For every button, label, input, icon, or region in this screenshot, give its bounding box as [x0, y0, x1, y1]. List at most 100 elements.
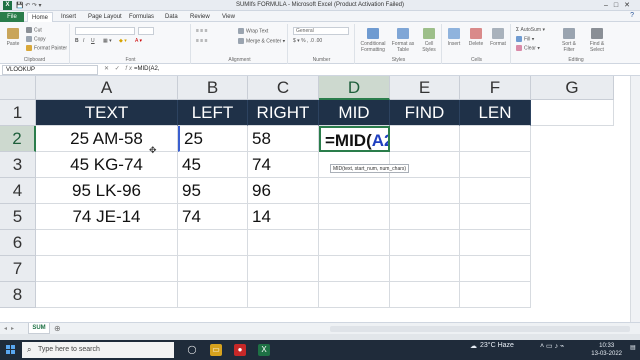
font-color-icon[interactable]: A ▾ — [135, 38, 142, 44]
cell-c3[interactable]: 74 — [248, 152, 319, 178]
cell-e7[interactable] — [390, 256, 460, 282]
file-explorer-icon[interactable]: ▭ — [210, 344, 222, 356]
cell-styles-button[interactable]: Cell Styles — [418, 28, 440, 53]
align-left-icon[interactable]: ≡ ≡ ≡ — [196, 38, 208, 44]
table-header-right[interactable]: RIGHT — [248, 100, 319, 126]
autosum-button[interactable]: Σ AutoSum ▾ — [516, 27, 545, 33]
sheet-nav-arrows[interactable]: ◂▸ — [4, 325, 18, 332]
cut-button[interactable]: Cut — [26, 27, 42, 33]
row-header-7[interactable]: 7 — [0, 256, 36, 282]
tab-data[interactable]: Data — [161, 12, 182, 22]
row-header-6[interactable]: 6 — [0, 230, 36, 256]
cell-b8[interactable] — [178, 282, 248, 308]
cell-a7[interactable] — [36, 256, 178, 282]
cell-b4[interactable]: 95 — [178, 178, 248, 204]
row-header-5[interactable]: 5 — [0, 204, 36, 230]
cell-f8[interactable] — [460, 282, 531, 308]
cell-d8[interactable] — [319, 282, 390, 308]
merge-center-button[interactable]: Merge & Center ▾ — [238, 38, 285, 44]
cell-e2[interactable] — [390, 126, 460, 152]
cell-e8[interactable] — [390, 282, 460, 308]
table-header-mid[interactable]: MID — [319, 100, 390, 126]
cell-c7[interactable] — [248, 256, 319, 282]
horizontal-scrollbar[interactable] — [330, 326, 630, 332]
tab-insert[interactable]: Insert — [57, 12, 80, 22]
format-painter-button[interactable]: Format Painter — [26, 45, 67, 51]
add-sheet-icon[interactable]: ⊕ — [54, 324, 61, 333]
table-header-left[interactable]: LEFT — [178, 100, 248, 126]
table-header-len[interactable]: LEN — [460, 100, 531, 126]
cell-c8[interactable] — [248, 282, 319, 308]
bold-button[interactable]: B — [75, 38, 79, 44]
find-select-button[interactable]: Find & Select — [584, 28, 610, 53]
copy-button[interactable]: Copy — [26, 36, 46, 42]
cell-a4[interactable]: 95 LK-96 — [36, 178, 178, 204]
system-tray-icons[interactable]: ˄ ▭ ♪ ⌁ — [540, 342, 564, 350]
notification-icon[interactable]: ▤ — [630, 344, 636, 351]
wrap-text-button[interactable]: Wrap Text — [238, 28, 268, 34]
sheet-tab-sum[interactable]: SUM — [28, 323, 50, 334]
number-format-select[interactable]: General — [293, 27, 349, 35]
borders-icon[interactable]: ▦ ▾ — [103, 38, 112, 44]
cell-f5[interactable] — [460, 204, 531, 230]
weather-status[interactable]: 23°C Haze — [480, 342, 514, 349]
cell-f3[interactable] — [460, 152, 531, 178]
insert-button[interactable]: Insert — [443, 28, 465, 47]
cell-b3[interactable]: 45 — [178, 152, 248, 178]
windows-start-icon[interactable] — [6, 345, 16, 355]
cell-d2-editing[interactable]: =MID(A2, — [319, 126, 390, 152]
delete-button[interactable]: Delete — [465, 28, 487, 47]
weather-icon[interactable]: ☁ — [470, 342, 477, 350]
format-as-table-button[interactable]: Format as Table — [390, 28, 416, 53]
cell-e6[interactable] — [390, 230, 460, 256]
table-header-text[interactable]: TEXT — [36, 100, 178, 126]
cell-b5[interactable]: 74 — [178, 204, 248, 230]
task-view-icon[interactable]: ◯ — [186, 344, 198, 356]
select-all-corner[interactable] — [0, 76, 36, 100]
row-header-3[interactable]: 3 — [0, 152, 36, 178]
clear-button[interactable]: Clear ▾ — [516, 45, 540, 51]
cell-e5[interactable] — [390, 204, 460, 230]
cell-a5[interactable]: 74 JE-14 — [36, 204, 178, 230]
cell-d6[interactable] — [319, 230, 390, 256]
column-header-a[interactable]: A — [36, 76, 178, 100]
help-icon[interactable]: ? — [630, 12, 634, 19]
cell-f7[interactable] — [460, 256, 531, 282]
row-header-2[interactable]: 2 — [0, 126, 36, 152]
cell-d4[interactable] — [319, 178, 390, 204]
formula-input[interactable]: =MID(A2, — [134, 66, 160, 72]
column-header-e[interactable]: E — [390, 76, 460, 100]
cell-a8[interactable] — [36, 282, 178, 308]
vertical-scrollbar[interactable] — [630, 76, 640, 322]
tab-file[interactable]: File — [0, 12, 24, 22]
format-button[interactable]: Format — [487, 28, 509, 47]
column-header-f[interactable]: F — [460, 76, 531, 100]
sort-filter-button[interactable]: Sort & Filter — [556, 28, 582, 53]
name-box[interactable]: VLOOKUP — [2, 65, 98, 75]
cell-c2[interactable]: 58 — [248, 126, 319, 152]
column-header-b[interactable]: B — [178, 76, 248, 100]
cell-f6[interactable] — [460, 230, 531, 256]
row-header-8[interactable]: 8 — [0, 282, 36, 308]
italic-button[interactable]: I — [83, 38, 84, 44]
conditional-formatting-button[interactable]: Conditional Formatting — [358, 28, 388, 53]
fill-color-icon[interactable]: ◆ ▾ — [119, 38, 127, 44]
cell-f4[interactable] — [460, 178, 531, 204]
cell-f2[interactable] — [460, 126, 531, 152]
excel-taskbar-icon[interactable]: X — [258, 344, 270, 356]
number-format-icons[interactable]: $ ▾ % , .0 .00 — [293, 38, 322, 44]
tab-view[interactable]: View — [218, 12, 239, 22]
column-header-c[interactable]: C — [248, 76, 319, 100]
cell-d7[interactable] — [319, 256, 390, 282]
cell-a6[interactable] — [36, 230, 178, 256]
font-size-select[interactable] — [138, 27, 154, 35]
underline-button[interactable]: U — [91, 38, 95, 44]
table-header-find[interactable]: FIND — [390, 100, 460, 126]
taskbar-clock[interactable]: 10:33 13-03-2022 — [591, 342, 622, 358]
cell-b6[interactable] — [178, 230, 248, 256]
cell-d5[interactable] — [319, 204, 390, 230]
cell-b7[interactable] — [178, 256, 248, 282]
window-controls[interactable]: –□✕ — [604, 1, 636, 9]
cell-a3[interactable]: 45 KG-74 — [36, 152, 178, 178]
row-header-1[interactable]: 1 — [0, 100, 36, 126]
